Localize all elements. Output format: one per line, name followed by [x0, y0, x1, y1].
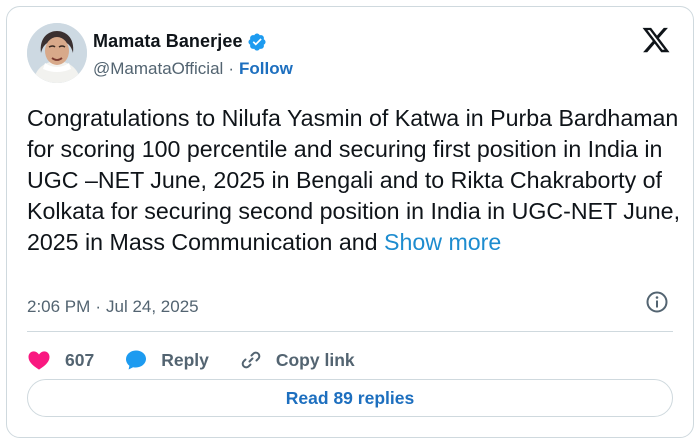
timestamp-separator: ·: [95, 297, 101, 316]
x-logo-icon[interactable]: [641, 25, 671, 55]
divider: [27, 331, 673, 332]
like-button[interactable]: 607: [27, 348, 94, 372]
tweet-embed-card: Mamata Banerjee @MamataOfficial · Follow…: [6, 6, 694, 438]
read-replies-label: Read 89 replies: [285, 387, 415, 408]
tweet-date: Jul 24, 2025: [105, 297, 199, 316]
link-icon: [241, 351, 261, 369]
info-icon[interactable]: [645, 290, 669, 314]
tweet-time: 2:06 PM: [27, 297, 91, 316]
author-display-name[interactable]: Mamata Banerjee: [93, 31, 243, 52]
handle-separator: ·: [228, 59, 234, 78]
reply-bubble-icon: [126, 350, 147, 370]
copy-link-label: Copy link: [275, 349, 355, 370]
author-name-row: Mamata Banerjee: [93, 31, 267, 52]
read-replies-button[interactable]: Read 89 replies: [27, 379, 673, 417]
tweet-text: Congratulations to Nilufa Yasmin of Katw…: [27, 105, 681, 255]
action-bar: 607 Reply Copy link: [27, 345, 385, 375]
follow-button[interactable]: Follow: [239, 59, 293, 79]
avatar-image: [27, 23, 87, 83]
like-count: 607: [65, 349, 95, 370]
verified-badge-icon: [248, 32, 266, 51]
tweet-timestamp[interactable]: 2:06 PM · Jul 24, 2025: [27, 297, 199, 317]
show-more-link[interactable]: Show more: [384, 229, 501, 255]
heart-icon: [28, 351, 50, 370]
tweet-body: Congratulations to Nilufa Yasmin of Katw…: [27, 103, 687, 258]
copy-link-button[interactable]: Copy link: [239, 348, 355, 372]
author-handle-row: @MamataOfficial · Follow: [93, 59, 293, 79]
reply-label: Reply: [161, 349, 209, 370]
author-handle[interactable]: @MamataOfficial: [93, 59, 223, 79]
reply-button[interactable]: Reply: [124, 348, 209, 372]
avatar[interactable]: [27, 23, 87, 83]
